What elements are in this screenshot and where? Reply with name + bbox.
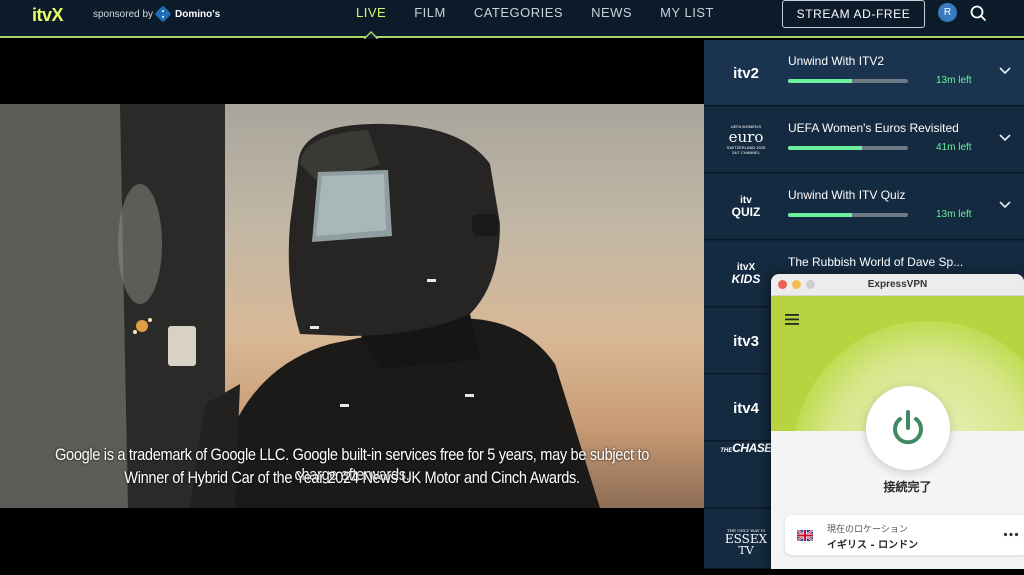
kids-logo-line-2: KIDS [731, 272, 761, 286]
euro-logo-line-2: euro [728, 128, 764, 146]
power-button[interactable] [866, 386, 950, 470]
time-left: 13m left [936, 209, 972, 220]
essex-logo-line-2: ESSEX [724, 531, 768, 546]
progress-fill [788, 213, 852, 217]
vpn-window-title: ExpressVPN [867, 279, 928, 290]
nav-live[interactable]: LIVE [342, 5, 400, 39]
chevron-down-icon[interactable] [998, 133, 1012, 143]
channel-item-itv-quiz[interactable]: itv QUIZ Unwind With ITV Quiz 13m left [704, 174, 1024, 240]
stream-ad-free-button[interactable]: STREAM AD-FREE [782, 0, 925, 28]
itv4-logo: itv4 [733, 399, 759, 417]
current-location-card[interactable]: 現在のロケーション イギリス - ロンドン [785, 515, 1024, 555]
itv2-logo: itv2 [733, 64, 759, 82]
active-caret-icon [364, 31, 379, 39]
time-left: 13m left [936, 75, 972, 86]
profile-avatar[interactable]: R [938, 3, 957, 22]
dominos-logo-icon [154, 5, 172, 23]
hamburger-menu-icon[interactable] [785, 314, 799, 325]
search-icon[interactable] [969, 4, 987, 22]
channel-title: Unwind With ITV Quiz [788, 188, 906, 202]
channel-title: The Rubbish World of Dave Sp... [788, 255, 964, 269]
channel-item-uefa-euros[interactable]: UEFA WOMEN'S euro SWITZERLAND 2025 24/7 … [704, 107, 1024, 173]
nav-categories[interactable]: CATEGORIES [460, 5, 577, 35]
itv3-logo: itv3 [733, 332, 759, 350]
power-icon [893, 410, 923, 445]
euro-logo-line-4: 24/7 CHANNEL [731, 150, 760, 155]
chevron-down-icon[interactable] [998, 66, 1012, 76]
expressvpn-window: ExpressVPN 接続完了 現在のロケーション イギリス - ロンドン [771, 274, 1024, 569]
main-nav: LIVE FILM CATEGORIES NEWS MY LIST [342, 5, 728, 39]
location-name: イギリス - ロンドン [827, 540, 919, 551]
sponsor-brand: Domino's [175, 8, 221, 20]
connection-status: 接続完了 [883, 480, 932, 494]
sponsor-text: sponsored by [93, 8, 154, 20]
sponsor-credit: sponsored by Domino's [93, 5, 221, 23]
itv-quiz-logo: itv QUIZ [722, 174, 770, 240]
chase-logo-line-1: THE [720, 448, 733, 454]
progress-bar [788, 79, 908, 83]
chevron-down-icon[interactable] [998, 200, 1012, 210]
progress-bar [788, 213, 908, 217]
progress-fill [788, 79, 852, 83]
channel-item-itv2[interactable]: itv2 Unwind With ITV2 13m left [704, 40, 1024, 106]
itvx-logo[interactable]: itvX [32, 5, 64, 26]
nav-live-label: LIVE [356, 5, 387, 20]
nav-news[interactable]: NEWS [577, 5, 646, 35]
itvx-kids-logo: itvX KIDS [722, 241, 770, 307]
vpn-title-bar[interactable]: ExpressVPN [771, 274, 1024, 296]
the-chase-logo: THE CHASE [720, 441, 772, 508]
essex-logo-line-3: TV [738, 543, 754, 557]
uefa-euro-logo: UEFA WOMEN'S euro SWITZERLAND 2025 24/7 … [722, 107, 770, 173]
progress-fill [788, 146, 863, 150]
channel-title: UEFA Women's Euros Revisited [788, 121, 959, 135]
nav-my-list[interactable]: MY LIST [646, 5, 728, 35]
nav-film[interactable]: FILM [400, 5, 460, 35]
uk-flag-icon [797, 530, 813, 541]
essex-tv-logo: THE ONLY WAY IS ESSEX TV [722, 509, 770, 575]
video-player[interactable]: Google is a trademark of Google LLC. Goo… [0, 40, 704, 569]
top-navigation-bar: itvX sponsored by Domino's LIVE FILM CAT… [0, 0, 1024, 39]
chase-logo-line-2: CHASE [732, 441, 772, 455]
video-subtitle-line-2: Winner of Hybrid Car of the Year 2024 Ne… [124, 468, 580, 487]
quiz-logo-line-2: QUIZ [731, 205, 761, 219]
progress-bar [788, 146, 908, 150]
location-label: 現在のロケーション [827, 525, 908, 535]
time-left: 41m left [936, 142, 972, 153]
more-options-icon[interactable] [1003, 532, 1019, 537]
channel-title: Unwind With ITV2 [788, 54, 885, 68]
